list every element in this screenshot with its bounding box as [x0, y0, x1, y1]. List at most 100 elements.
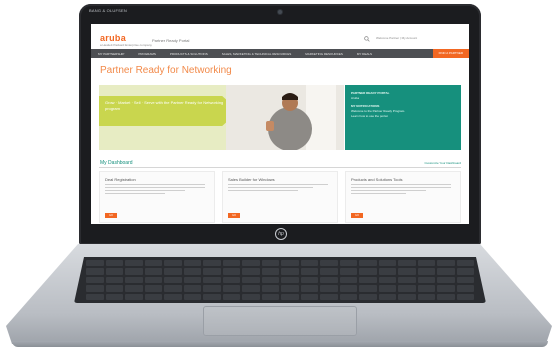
keyboard-key	[105, 285, 123, 292]
keyboard-key	[320, 285, 338, 292]
card-go-button[interactable]: GO	[105, 213, 117, 218]
nav-item-programs[interactable]: PROGRAMS	[131, 52, 163, 56]
keyboard-key	[359, 260, 377, 267]
keyboard-key	[398, 268, 416, 275]
keyboard-key	[222, 276, 240, 284]
notifications-panel[interactable]: PARTNER READY PORTAL Aruba MY NOTIFICATI…	[345, 85, 461, 150]
aruba-logo[interactable]: aruba	[100, 33, 126, 43]
keyboard-key	[261, 268, 279, 275]
laptop-lid: BANG & OLUFSEN aruba a Hewlett Packard E…	[79, 4, 481, 245]
keyboard-key	[456, 293, 474, 300]
keyboard-key	[144, 293, 162, 300]
keyboard-key	[398, 260, 416, 267]
keyboard-key	[281, 293, 299, 300]
keyboard-key	[398, 293, 416, 300]
keyboard-key	[203, 268, 221, 275]
keyboard-key	[164, 268, 182, 275]
keyboard-key	[261, 260, 279, 267]
keyboard-key	[125, 276, 143, 284]
divider	[99, 167, 461, 168]
keyboard-key	[281, 285, 299, 292]
nav-item-deals[interactable]: MY DEALS	[350, 52, 379, 56]
keyboard-key	[183, 276, 201, 284]
customize-dashboard-link[interactable]: Customize Your Dashboard	[424, 161, 461, 165]
keyboard-key	[417, 276, 435, 284]
keyboard-key	[437, 276, 455, 284]
laptop-screen: aruba a Hewlett Packard Enterprise compa…	[91, 24, 469, 224]
keyboard	[74, 257, 486, 303]
lid-label: BANG & OLUFSEN	[89, 8, 127, 13]
keyboard-key	[300, 293, 318, 300]
keyboard-key	[261, 276, 279, 284]
keyboard-key	[281, 268, 299, 275]
touchpad	[203, 306, 357, 336]
keyboard-key	[144, 260, 162, 267]
keyboard-key	[456, 285, 474, 292]
keyboard-key	[320, 268, 338, 275]
keyboard-key	[183, 293, 201, 300]
keyboard-key	[261, 285, 279, 292]
keyboard-key	[242, 293, 260, 300]
keyboard-key	[437, 268, 455, 275]
notification-line[interactable]: Learn how to use the portal.	[351, 114, 388, 118]
keyboard-key	[222, 293, 240, 300]
search-icon[interactable]	[364, 36, 370, 42]
keyboard-key	[417, 260, 435, 267]
keyboard-key	[437, 293, 455, 300]
keyboard-key	[144, 276, 162, 284]
keyboard-key	[417, 268, 435, 275]
notifications-subtitle: Aruba	[351, 96, 360, 100]
keyboard-key	[417, 293, 435, 300]
banner-photo	[226, 85, 344, 150]
nav-item-partnership[interactable]: MY PARTNERSHIP	[91, 52, 131, 56]
nav-item-marketing[interactable]: MARKETING RESOURCES	[298, 52, 350, 56]
site-header: aruba a Hewlett Packard Enterprise compa…	[91, 24, 469, 49]
keyboard-key	[339, 276, 357, 284]
keyboard-key	[320, 276, 338, 284]
keyboard-key	[456, 268, 474, 275]
card-go-button[interactable]: GO	[228, 213, 240, 218]
keyboard-key	[417, 285, 435, 292]
keyboard-key	[437, 285, 455, 292]
keyboard-key	[105, 260, 123, 267]
keyboard-key	[86, 293, 104, 300]
user-account-link[interactable]: Welcome Partner | My Account	[376, 36, 456, 41]
dashboard-card[interactable]: Sales Builder for Windows GO	[222, 171, 338, 223]
nav-item-products[interactable]: PRODUCTS & SOLUTIONS	[163, 52, 215, 56]
keyboard-key	[378, 268, 396, 275]
keyboard-key	[105, 293, 123, 300]
dashboard-card[interactable]: Deal Registration GO	[99, 171, 215, 223]
keyboard-key	[125, 268, 143, 275]
keyboard-key	[300, 268, 318, 275]
keyboard-key	[222, 260, 240, 267]
keyboard-key	[456, 276, 474, 284]
laptop-front-edge	[12, 341, 548, 347]
notification-line[interactable]: Welcome to the Partner Ready Program.	[351, 109, 405, 113]
dashboard-title: My Dashboard	[100, 160, 133, 166]
keyboard-key	[164, 260, 182, 267]
keyboard-key	[300, 276, 318, 284]
keyboard-key	[300, 285, 318, 292]
person-photo-icon	[226, 85, 344, 150]
keyboard-key	[359, 268, 377, 275]
card-title: Deal Registration	[105, 177, 136, 182]
keyboard-key	[222, 285, 240, 292]
hp-logo-icon: hp	[275, 228, 287, 240]
keyboard-key	[125, 293, 143, 300]
webcam-icon	[278, 10, 282, 14]
keyboard-key	[203, 276, 221, 284]
keyboard-key	[164, 293, 182, 300]
card-go-button[interactable]: GO	[351, 213, 363, 218]
keyboard-key	[378, 276, 396, 284]
keyboard-key	[222, 268, 240, 275]
keyboard-key	[144, 285, 162, 292]
site-title: Partner Ready Portal	[152, 38, 190, 43]
dashboard-card[interactable]: Products and Solutions Tools GO	[345, 171, 461, 223]
keyboard-key	[339, 260, 357, 267]
keyboard-key	[378, 260, 396, 267]
brand-tagline: a Hewlett Packard Enterprise company	[100, 43, 152, 47]
keyboard-key	[339, 268, 357, 275]
card-title: Products and Solutions Tools	[351, 177, 403, 182]
find-partner-button[interactable]: FIND A PARTNER	[432, 49, 469, 58]
nav-item-resources[interactable]: SALES, MARKETING & TECHNICAL RESOURCES	[215, 52, 299, 56]
